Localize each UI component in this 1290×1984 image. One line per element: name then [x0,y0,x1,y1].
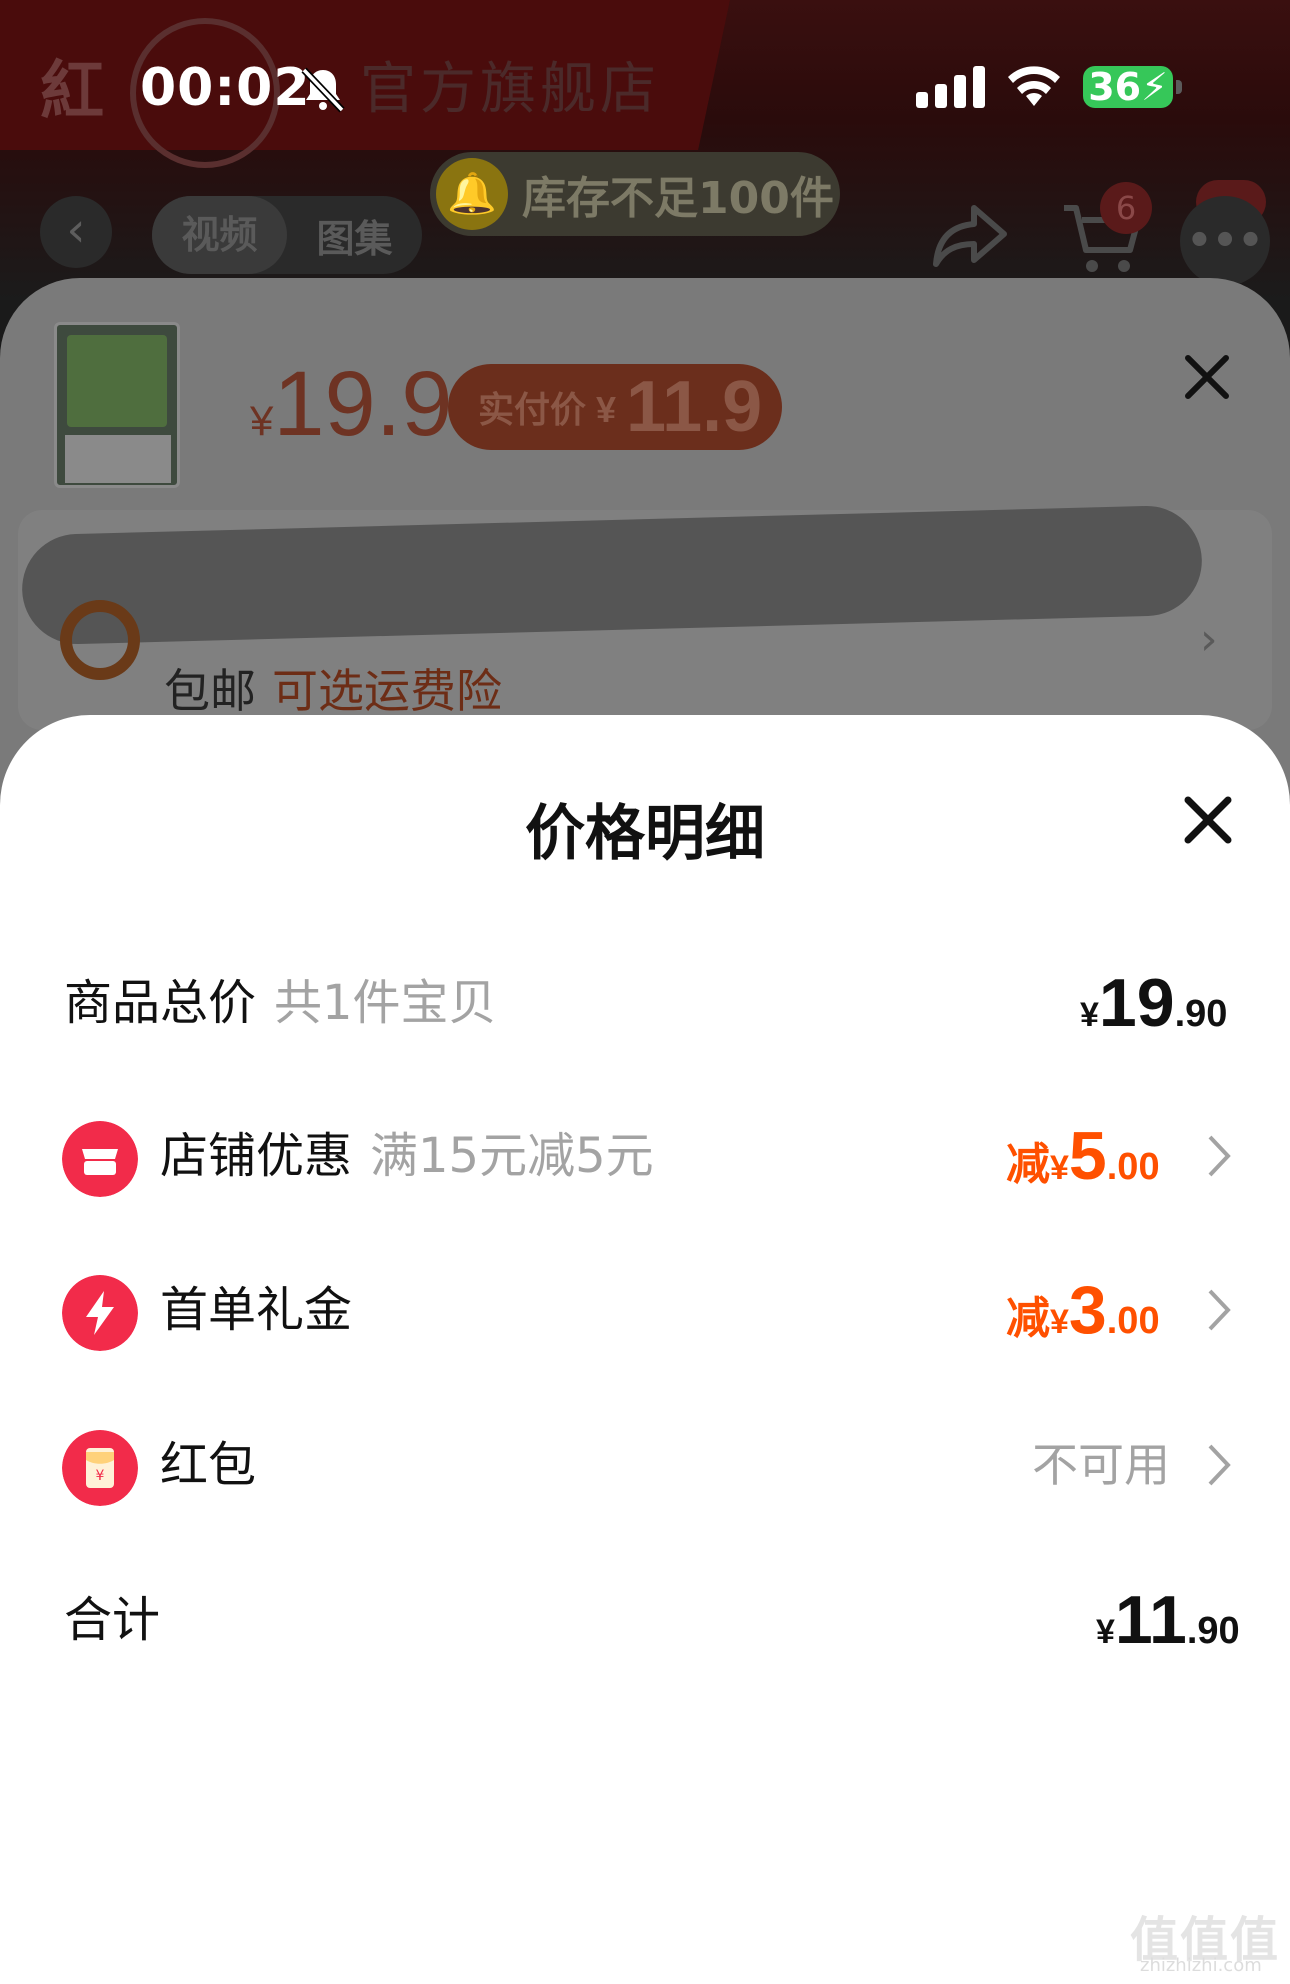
back-button[interactable]: ‹ [40,196,112,268]
lightning-icon [62,1275,138,1351]
currency-symbol: ¥ [1096,1613,1115,1651]
price-integer: 11 [1114,1582,1187,1658]
store-logo: 紅 [40,54,104,129]
app-screen: 紅 官方旗舰店 00:02 36⚡ ‹ 视频 图集 🔔 库存不足100件 6 •… [0,0,1290,1984]
price-decimal: .00 [1106,1300,1160,1342]
sheet-title: 价格明细 [525,799,765,869]
silent-bell-icon [301,67,345,113]
store-discount-amount: 减 ¥5.00 [1006,1101,1160,1211]
row-first-order-gift[interactable]: 首单礼金 减 ¥3.00 [0,1255,1290,1365]
share-icon[interactable] [930,200,1010,270]
sku-close-icon[interactable] [1180,350,1234,404]
store-name: 官方旗舰店 [360,57,660,122]
battery-indicator: 36⚡ [1083,66,1173,108]
discount-prefix: 减 [1006,1140,1050,1189]
chevron-right-icon [1208,1135,1231,1177]
total-label: 合计 [64,1592,161,1648]
wifi-icon [1008,66,1060,106]
price-decimal: .90 [1174,993,1228,1035]
goods-total-label: 商品总价 共1件宝贝 [64,948,497,1058]
currency-symbol: ¥ [1050,1149,1069,1187]
tab-gallery[interactable]: 图集 [287,208,422,263]
sku-price-value: 19.9 [273,353,453,455]
bell-icon: 🔔 [436,158,508,230]
watermark-url: zhizhizhi.com [1140,1955,1262,1976]
media-tabs: 视频 图集 [152,196,422,274]
battery-level: 36 [1088,65,1142,109]
row-store-discount[interactable]: 店铺优惠 满15元减5元 减 ¥5.00 [0,1101,1290,1211]
product-thumbnail[interactable] [54,322,180,488]
tab-video[interactable]: 视频 [152,196,287,274]
row-red-envelope[interactable]: ¥ 红包 不可用 [0,1410,1290,1520]
red-envelope-icon: ¥ [62,1430,138,1506]
first-order-gift-label: 首单礼金 [160,1282,353,1338]
currency-symbol: ¥ [1080,996,1099,1034]
first-order-gift-amount: 减 ¥3.00 [1006,1255,1160,1365]
actual-price-pill[interactable]: 实付价 ¥11.9 [448,364,782,450]
red-envelope-status: 不可用 [1032,1438,1170,1492]
price-decimal: .00 [1106,1146,1160,1188]
price-integer: 5 [1068,1118,1107,1194]
product-image [67,335,167,427]
cart-count-badge: 6 [1100,182,1152,234]
cellular-signal-icon [916,66,985,108]
price-integer: 19 [1098,965,1175,1041]
store-discount-rule: 满15元减5元 [370,1128,654,1184]
store-discount-title: 店铺优惠 [160,1128,353,1184]
svg-text:¥: ¥ [96,1468,105,1484]
more-dots-icon: ••• [1186,218,1264,264]
chevron-right-icon [1208,1444,1231,1486]
stock-notice-text: 库存不足100件 [522,173,834,224]
store-discount-label: 店铺优惠 满15元减5元 [160,1101,654,1211]
actual-price-value: 11.9 [626,367,763,447]
discount-prefix: 减 [1006,1294,1050,1343]
battery-nub [1176,80,1182,94]
product-label-card [65,435,171,483]
goods-total-price: ¥19.90 [1080,948,1227,1058]
chevron-right-icon [1208,1289,1231,1331]
total-price: ¥11.90 [1096,1565,1240,1675]
goods-count: 共1件宝贝 [274,975,497,1031]
location-icon [60,600,140,680]
shipping-info: 包邮 可选运费险 [164,655,502,721]
stock-notice: 🔔 库存不足100件 [430,152,840,236]
close-icon[interactable] [1178,790,1238,850]
price-decimal: .90 [1186,1610,1240,1652]
charging-bolt-icon: ⚡ [1141,65,1168,109]
shipping-insurance-link[interactable]: 可选运费险 [272,664,502,718]
red-envelope-label: 红包 [160,1437,257,1493]
free-shipping-label: 包邮 [164,664,256,718]
price-integer: 3 [1068,1272,1107,1348]
chevron-left-icon: ‹ [66,202,86,258]
store-icon [62,1121,138,1197]
sku-price: ¥19.9 [250,352,452,457]
sku-price-currency: ¥ [250,397,274,444]
currency-symbol: ¥ [1050,1303,1069,1341]
row-total: 合计 ¥11.90 [0,1565,1290,1675]
more-menu-button[interactable]: ••• [1180,196,1270,286]
row-goods-total: 商品总价 共1件宝贝 ¥19.90 [0,948,1290,1058]
goods-total-title: 商品总价 [64,975,257,1031]
status-time: 00:02 [140,58,311,118]
actual-price-label: 实付价 ¥ [478,389,617,430]
chevron-right-icon: › [1200,614,1218,665]
